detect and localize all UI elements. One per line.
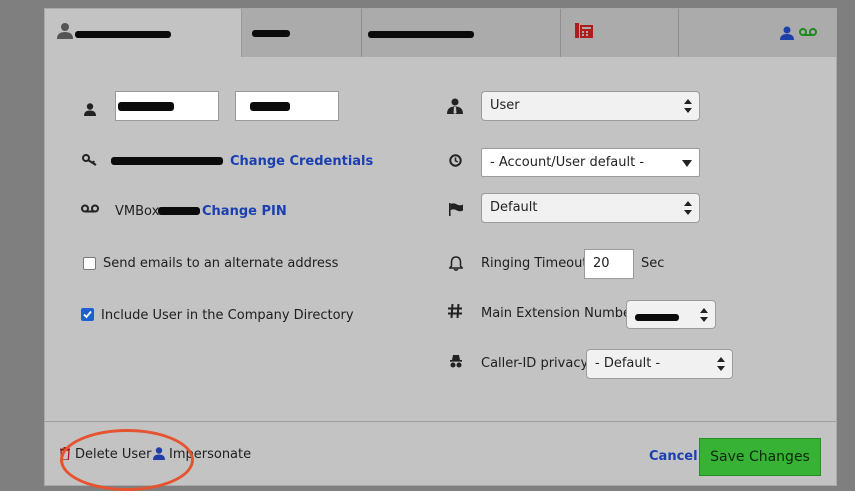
key-icon (82, 154, 97, 166)
cancel-button[interactable]: Cancel (649, 449, 698, 464)
voicemail-icon (799, 28, 817, 36)
directory-checkbox[interactable] (81, 308, 94, 321)
redacted-tab-name (75, 31, 171, 38)
redacted-vmbox-number (158, 207, 200, 215)
change-pin-link[interactable]: Change PIN (202, 204, 287, 219)
ringing-timeout-label: Ringing Timeout (481, 256, 588, 271)
change-credentials-link[interactable]: Change Credentials (230, 154, 373, 169)
clock-icon (449, 154, 462, 167)
save-changes-button[interactable]: Save Changes (699, 438, 821, 476)
select-arrows-icon (684, 99, 692, 113)
first-name-field[interactable] (115, 91, 219, 121)
desk-phone-icon (575, 23, 593, 38)
caller-id-label: Caller-ID privacy (481, 356, 589, 371)
bell-icon (449, 256, 463, 271)
redacted-tab-name (252, 30, 290, 37)
chevron-down-icon (682, 160, 692, 167)
voicemail-icon (81, 204, 99, 213)
tab-devices[interactable] (242, 9, 362, 57)
tab-numbers[interactable] (362, 9, 561, 57)
select-arrows-icon (684, 201, 692, 215)
role-select-value: User (490, 98, 520, 113)
main-extension-select[interactable] (626, 300, 716, 329)
redacted-value (250, 102, 290, 111)
select-arrows-icon (717, 357, 725, 371)
highlight-circle-annotation (60, 429, 194, 491)
tab-voicemail[interactable] (679, 9, 836, 57)
timezone-select-value: - Account/User default - (490, 155, 645, 170)
ringing-timeout-unit: Sec (641, 256, 665, 271)
user-icon (84, 103, 96, 116)
select-arrows-icon (700, 308, 708, 322)
timezone-select[interactable]: - Account/User default - (481, 148, 700, 177)
alt-email-checkbox[interactable] (83, 257, 96, 270)
tab-phone[interactable] (561, 9, 679, 57)
caller-id-select-value: - Default - (595, 356, 661, 371)
redacted-tab-name (368, 31, 474, 38)
edit-user-dialog: Change Credentials VMBox Change PIN Send… (44, 8, 837, 491)
redacted-username (111, 157, 223, 165)
role-select[interactable]: User (481, 91, 700, 121)
main-extension-label: Main Extension Number (481, 306, 637, 321)
tab-user-profile[interactable] (45, 9, 242, 57)
user-icon (780, 26, 794, 40)
check-icon (83, 310, 92, 319)
language-select[interactable]: Default (481, 193, 700, 223)
user-icon (57, 23, 73, 39)
hash-icon (448, 304, 462, 318)
last-name-field[interactable] (235, 91, 339, 121)
alt-email-label: Send emails to an alternate address (103, 256, 339, 271)
user-tie-icon (447, 98, 463, 114)
incognito-icon (450, 355, 462, 368)
footer-divider (45, 421, 836, 422)
tab-bar (45, 9, 836, 57)
flag-icon (449, 203, 463, 216)
ringing-timeout-input[interactable]: 20 (584, 249, 634, 279)
redacted-extension (635, 314, 679, 321)
directory-label: Include User in the Company Directory (101, 308, 354, 323)
vmbox-label: VMBox (115, 204, 160, 219)
caller-id-select[interactable]: - Default - (586, 349, 733, 379)
redacted-value (118, 102, 174, 111)
language-select-value: Default (490, 200, 538, 215)
